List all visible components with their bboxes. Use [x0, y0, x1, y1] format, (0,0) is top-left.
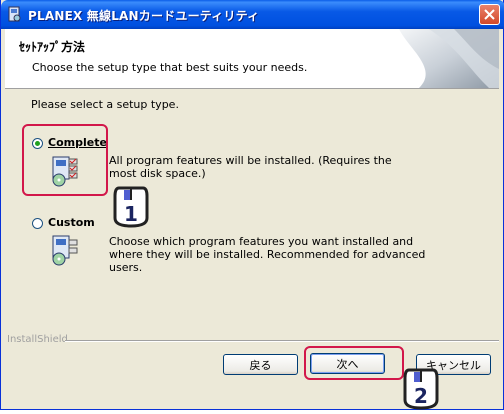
complete-description: All program features will be installed. … — [109, 154, 392, 180]
installer-app-icon — [8, 6, 21, 22]
mouse-step-2-icon: 2 — [403, 368, 439, 414]
next-highlight-box — [304, 346, 404, 380]
close-icon — [484, 9, 495, 20]
step-2-number: 2 — [414, 384, 428, 408]
setup-type-prompt: Please select a setup type. — [31, 98, 179, 111]
custom-radio[interactable] — [32, 218, 43, 229]
page-title: ｾｯﾄｱｯﾌﾟ方法 — [19, 40, 86, 54]
page-subtitle: Choose the setup type that best suits yo… — [32, 61, 308, 74]
custom-option-label[interactable]: Custom — [48, 216, 95, 229]
wizard-header: ｾｯﾄｱｯﾌﾟ方法 Choose the setup type that bes… — [5, 29, 499, 89]
close-button[interactable] — [479, 4, 500, 25]
mouse-step-1-icon: 1 — [113, 186, 149, 232]
custom-description: Choose which program features you want i… — [109, 235, 426, 274]
footer-divider — [65, 340, 499, 342]
custom-setup-icon — [52, 235, 78, 266]
header-banner-graphic — [399, 29, 499, 88]
installshield-brand: InstallShield — [7, 334, 68, 345]
complete-highlight-box — [22, 124, 108, 196]
step-1-number: 1 — [124, 202, 138, 226]
title-bar[interactable]: PLANEX 無線LANカードユーティリティ — [1, 0, 504, 29]
window-title: PLANEX 無線LANカードユーティリティ — [28, 9, 260, 23]
setup-dialog: PLANEX 無線LANカードユーティリティ ｾｯﾄｱｯﾌﾟ方法 Choose … — [0, 0, 504, 410]
back-button[interactable]: 戻る — [223, 354, 298, 375]
